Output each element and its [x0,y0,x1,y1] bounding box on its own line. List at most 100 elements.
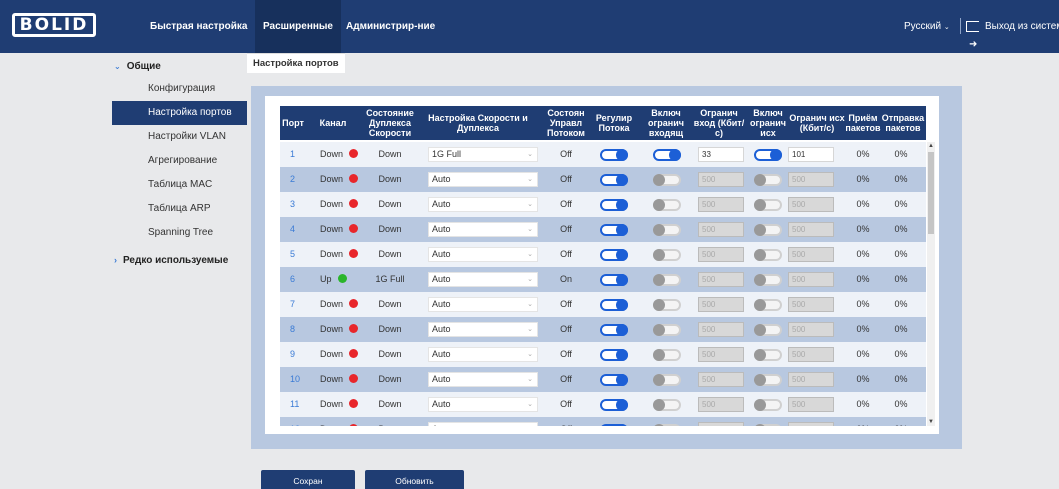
flow-control-toggle[interactable] [600,399,628,411]
in-limit-toggle[interactable] [653,324,681,336]
sidebar-group-general[interactable]: ⌄ Общие [114,61,161,72]
out-limit-input[interactable]: 500 [788,172,834,187]
nav-advanced[interactable]: Расширенные [255,0,341,53]
in-limit-toggle[interactable] [653,274,681,286]
port-number: 6 [290,274,296,284]
nav-quick-setup[interactable]: Быстрая настройка [150,0,247,53]
speed-duplex-select[interactable]: Auto ⌄ [428,222,538,237]
out-limit-toggle[interactable] [754,399,782,411]
out-limit-input[interactable]: 500 [788,397,834,412]
refresh-button[interactable]: Обновить [365,470,464,489]
out-limit-input[interactable]: 500 [788,422,834,426]
in-limit-toggle[interactable] [653,199,681,211]
sidebar-item-vlan[interactable]: Настройки VLAN [112,125,247,149]
in-limit-toggle[interactable] [653,349,681,361]
in-limit-input[interactable]: 500 [698,322,744,337]
speed-duplex-select[interactable]: Auto ⌄ [428,172,538,187]
in-limit-toggle[interactable] [653,424,681,426]
flow-control-toggle[interactable] [600,274,628,286]
out-limit-toggle[interactable] [754,299,782,311]
flow-control-toggle[interactable] [600,349,628,361]
out-limit-input[interactable]: 101 [788,147,834,162]
logout-button[interactable]: Выход из системы [966,0,1059,71]
out-limit-toggle[interactable] [754,374,782,386]
out-limit-toggle[interactable] [754,224,782,236]
speed-duplex-select[interactable]: Auto ⌄ [428,247,538,262]
in-limit-input[interactable]: 500 [698,222,744,237]
in-limit-toggle[interactable] [653,374,681,386]
out-limit-toggle[interactable] [754,149,782,161]
sidebar-item-arp-table[interactable]: Таблица ARP [112,197,247,221]
col-tx-packets: Отправка пакетов [881,113,925,133]
out-limit-toggle[interactable] [754,199,782,211]
table-row: 7 Down Down Auto ⌄ Off 500 500 0% 0% [280,292,926,317]
out-limit-input[interactable]: 500 [788,247,834,262]
duplex-state: Down [378,374,402,384]
speed-duplex-select[interactable]: Auto ⌄ [428,372,538,387]
out-limit-input[interactable]: 500 [788,297,834,312]
speed-duplex-select[interactable]: Auto ⌄ [428,297,538,312]
in-limit-input[interactable]: 500 [698,372,744,387]
in-limit-input[interactable]: 500 [698,397,744,412]
in-limit-input[interactable]: 500 [698,347,744,362]
in-limit-input[interactable]: 500 [698,272,744,287]
speed-duplex-select[interactable]: Auto ⌄ [428,197,538,212]
link-label: Down [320,349,344,359]
tab-port-settings[interactable]: Настройка портов [247,53,345,73]
nav-administration[interactable]: Администрир-ние [346,0,435,53]
in-limit-input[interactable]: 500 [698,247,744,262]
out-limit-input[interactable]: 500 [788,322,834,337]
out-limit-input[interactable]: 500 [788,197,834,212]
speed-duplex-select[interactable]: Auto ⌄ [428,397,538,412]
out-limit-toggle[interactable] [754,249,782,261]
flow-control-toggle[interactable] [600,149,628,161]
in-limit-toggle[interactable] [653,149,681,161]
in-limit-input[interactable]: 33 [698,147,744,162]
flow-control-toggle[interactable] [600,224,628,236]
language-select[interactable]: Русский ⌄ [904,0,950,53]
scroll-down-icon[interactable]: ▼ [927,418,935,426]
flow-control-toggle[interactable] [600,199,628,211]
in-limit-input[interactable]: 500 [698,297,744,312]
out-limit-toggle[interactable] [754,274,782,286]
select-value: Auto [432,174,451,184]
in-limit-input[interactable]: 500 [698,197,744,212]
sidebar-item-aggregation[interactable]: Агрегирование [112,149,247,173]
save-button[interactable]: Сохран [261,470,355,489]
speed-duplex-select[interactable]: Auto ⌄ [428,422,538,426]
in-limit-toggle[interactable] [653,224,681,236]
out-limit-input[interactable]: 500 [788,222,834,237]
in-limit-toggle[interactable] [653,174,681,186]
sidebar-item-spanning-tree[interactable]: Spanning Tree [112,221,247,245]
sidebar-group-rare[interactable]: › Редко используемые [114,255,228,266]
scroll-thumb[interactable] [928,152,934,234]
table-scrollbar[interactable]: ▲ ▼ [927,142,935,426]
flow-control-toggle[interactable] [600,174,628,186]
out-limit-input[interactable]: 500 [788,372,834,387]
speed-duplex-select[interactable]: Auto ⌄ [428,322,538,337]
sidebar-item-mac-table[interactable]: Таблица MAC [112,173,247,197]
in-limit-input[interactable]: 500 [698,172,744,187]
flow-control-toggle[interactable] [600,324,628,336]
flow-control-toggle[interactable] [600,249,628,261]
in-limit-toggle[interactable] [653,299,681,311]
in-limit-toggle[interactable] [653,399,681,411]
in-limit-input[interactable]: 500 [698,422,744,426]
out-limit-toggle[interactable] [754,349,782,361]
flow-control-toggle[interactable] [600,424,628,426]
in-limit-toggle[interactable] [653,249,681,261]
speed-duplex-select[interactable]: Auto ⌄ [428,272,538,287]
out-limit-input[interactable]: 500 [788,347,834,362]
flow-control-toggle[interactable] [600,374,628,386]
speed-duplex-select[interactable]: 1G Full ⌄ [428,147,538,162]
scroll-up-icon[interactable]: ▲ [927,142,935,150]
sidebar-item-port-settings[interactable]: Настройка портов [112,101,247,125]
flow-control-toggle[interactable] [600,299,628,311]
out-limit-toggle[interactable] [754,324,782,336]
out-limit-toggle[interactable] [754,174,782,186]
speed-duplex-select[interactable]: Auto ⌄ [428,347,538,362]
col-speed-setting: Настройка Скорости и Дуплекса [428,113,528,133]
out-limit-input[interactable]: 500 [788,272,834,287]
sidebar-item-config[interactable]: Конфигурация [112,77,247,101]
out-limit-toggle[interactable] [754,424,782,426]
